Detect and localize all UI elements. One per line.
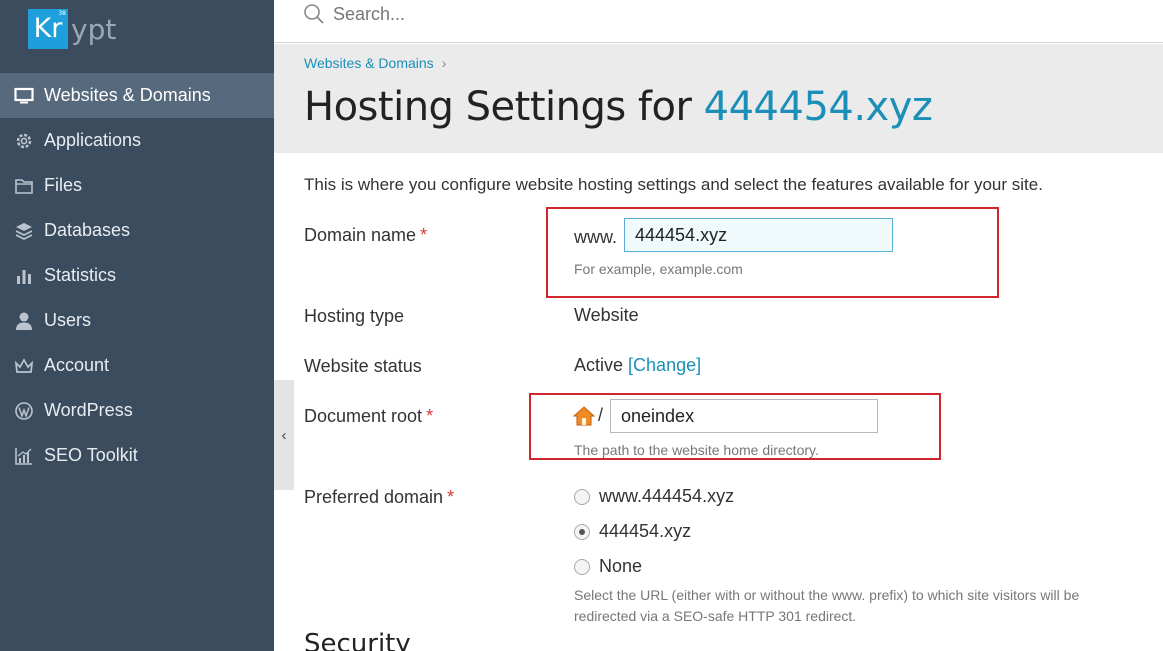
radio-label: www.444454.xyz [599,486,735,506]
breadcrumb: Websites & Domains › [304,55,446,71]
document-root-highlight-box [529,393,941,460]
wordpress-icon [13,400,35,422]
logo-rest-text: ypt [71,12,117,46]
sidebar-item-label: Files [44,175,83,195]
radio-button[interactable] [574,488,590,505]
logo-box-text: Kr [33,13,63,44]
sidebar-item-account[interactable]: Account [0,343,274,388]
required-marker: * [426,406,434,426]
top-search-bar [274,0,1163,43]
logo-box: Kr 38 [28,9,68,49]
sidebar-item-seo-toolkit[interactable]: SEO Toolkit [0,433,274,478]
preferred-domain-label-text: Preferred domain [304,487,444,507]
page-title-prefix: Hosting Settings for [304,84,704,130]
sidebar: Kr 38 ypt Websites & Domains Application… [0,0,274,651]
page-header: Websites & Domains › Hosting Settings fo… [274,44,1163,153]
hosting-type-value: Website [574,305,639,325]
preferred-domain-label: Preferred domain * [304,487,454,508]
preferred-domain-option-www[interactable]: www.444454.xyz [574,486,734,507]
preferred-domain-hint-line1: Select the URL (either with or without t… [574,587,1080,603]
page-title: Hosting Settings for 444454.xyz [304,84,933,130]
domain-name-label: Domain name * [304,225,427,246]
page-title-domain: 444454.xyz [703,84,933,130]
sidebar-item-websites-domains[interactable]: Websites & Domains [0,73,274,118]
required-marker: * [420,225,428,245]
preferred-domain-option-bare[interactable]: 444454.xyz [574,521,691,542]
radio-label: 444454.xyz [599,521,692,541]
sidebar-item-label: Statistics [44,265,117,285]
change-status-link[interactable]: [Change] [628,355,701,375]
sidebar-item-wordpress[interactable]: WordPress [0,388,274,433]
intro-text: This is where you configure website host… [304,175,1043,194]
document-root-label-text: Document root [304,406,423,426]
search-icon [304,4,324,24]
document-root-label: Document root * [304,406,433,427]
seo-chart-icon [13,445,35,467]
website-status-label: Website status [304,356,422,376]
radio-button[interactable] [574,558,590,575]
required-marker: * [447,487,455,507]
website-status-text: Active [574,355,624,375]
user-icon [13,310,35,332]
gear-icon [13,130,35,152]
database-icon [13,220,35,242]
sidebar-nav: Websites & Domains Applications Files Da… [0,73,274,478]
sidebar-item-users[interactable]: Users [0,298,274,343]
sidebar-item-label: Databases [44,220,131,240]
preferred-domain-option-none[interactable]: None [574,556,642,577]
preferred-domain-hint-line2: redirected via a SEO-safe HTTP 301 redir… [574,608,857,624]
monitor-icon [13,85,35,107]
search-input[interactable] [333,1,833,27]
bar-chart-icon [13,265,35,287]
folder-icon [13,175,35,197]
sidebar-item-files[interactable]: Files [0,163,274,208]
website-status-value: Active [Change] [574,355,701,376]
radio-label: None [599,556,643,576]
krypt-logo[interactable]: Kr 38 ypt [28,9,116,49]
sidebar-item-label: Account [44,355,110,375]
sidebar-item-applications[interactable]: Applications [0,118,274,163]
sidebar-item-label: Users [44,310,92,330]
logo-superscript: 38 [58,10,66,17]
hosting-settings-form: This is where you configure website host… [274,153,1163,651]
radio-button-checked[interactable] [574,523,590,540]
sidebar-item-label: WordPress [44,400,133,420]
sidebar-item-statistics[interactable]: Statistics [0,253,274,298]
breadcrumb-link-websites-domains[interactable]: Websites & Domains [304,55,434,71]
domain-name-highlight-box [546,207,999,298]
security-section-title: Security [304,629,411,651]
sidebar-item-databases[interactable]: Databases [0,208,274,253]
sidebar-item-label: Applications [44,130,142,150]
sidebar-item-label: Websites & Domains [44,85,211,105]
breadcrumb-separator: › [441,55,447,71]
domain-name-label-text: Domain name [304,225,417,245]
hosting-type-label: Hosting type [304,306,405,326]
sidebar-item-label: SEO Toolkit [44,445,138,465]
account-icon [13,355,35,377]
